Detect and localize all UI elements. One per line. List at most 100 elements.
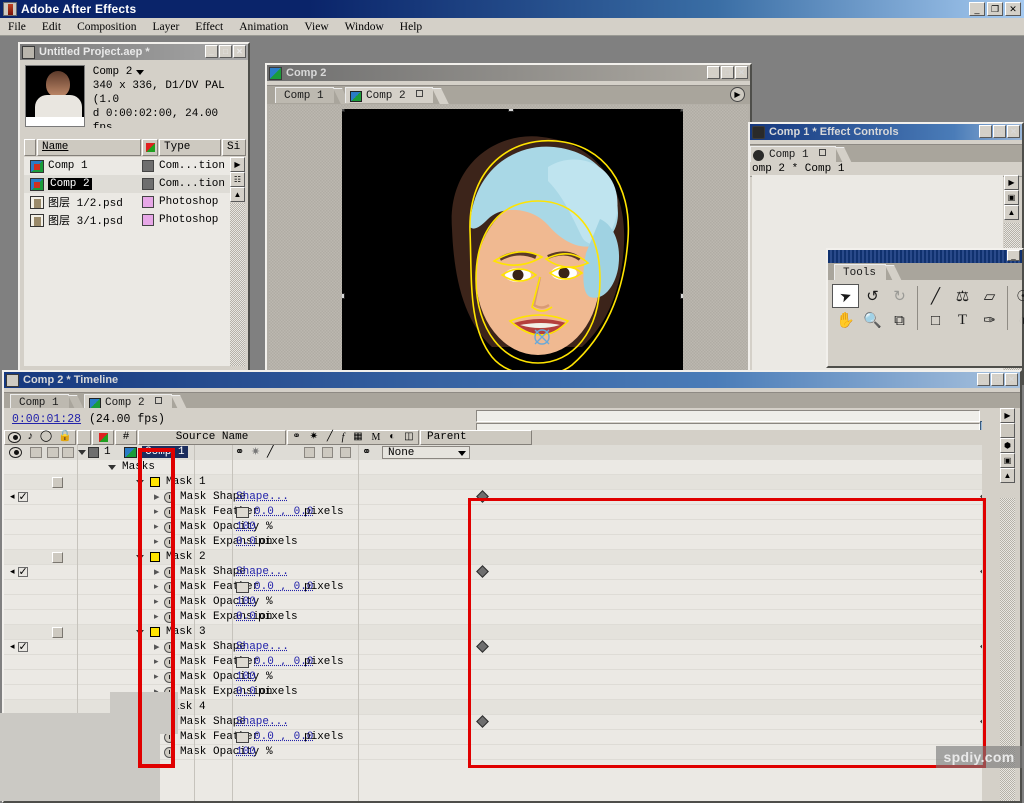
table-row[interactable]: ▸ Mask Feather 0.0 , 0.0 pixels xyxy=(4,580,474,595)
menu-composition[interactable]: Composition xyxy=(69,20,144,34)
property-value[interactable]: 100 xyxy=(236,521,256,533)
project-close-button[interactable]: ✕ xyxy=(233,45,246,58)
composition-window-buttons[interactable]: _ □ ✕ xyxy=(707,66,748,79)
keyframe-navigator[interactable]: ◂ xyxy=(10,492,28,502)
comp-close-button[interactable]: ✕ xyxy=(735,66,748,79)
parent-dropdown[interactable]: None xyxy=(382,446,470,459)
timeline-options-button[interactable]: ▣ xyxy=(1000,453,1015,468)
property-value[interactable]: Shape... xyxy=(236,566,289,578)
table-row[interactable]: 1 Comp 1 ⚭ ✷ ╱ ⚭ None xyxy=(4,445,474,460)
shy-switch[interactable]: ⚭ xyxy=(235,445,244,459)
eraser-tool-icon[interactable]: ▱ xyxy=(976,284,1003,308)
fx-minimize-button[interactable]: _ xyxy=(979,125,992,138)
tab-comp-2[interactable]: Comp 2 xyxy=(345,87,433,103)
effect-controls-window-buttons[interactable]: _ □ ✕ xyxy=(979,125,1020,138)
table-row[interactable]: Mask 3 xyxy=(4,625,474,640)
keyframe-marker[interactable] xyxy=(476,640,489,653)
menu-help[interactable]: Help xyxy=(392,20,430,34)
property-value[interactable]: Shape... xyxy=(236,491,289,503)
table-row[interactable]: ▸ Mask Expansion 0.0 pixels xyxy=(4,685,474,700)
label-swatch-header[interactable] xyxy=(92,430,114,445)
solo-icon[interactable]: ◯ xyxy=(40,431,52,444)
keyframe-navigator[interactable]: ◂ xyxy=(10,642,28,652)
timeline-scroll-up-button[interactable]: ▲ xyxy=(1000,468,1015,483)
table-row[interactable]: ▸ Mask Opacity 100 % xyxy=(4,670,474,685)
tab-effect-comp-1[interactable]: Comp 1 xyxy=(750,146,836,162)
table-row[interactable]: ◂ ▸ Mask Shape Shape... xyxy=(4,640,474,655)
table-row[interactable]: Mask 1 xyxy=(4,475,474,490)
comp-maximize-button[interactable]: □ xyxy=(721,66,734,79)
fx-scroll-right-button[interactable]: ▶ xyxy=(1004,175,1019,190)
eye-icon[interactable] xyxy=(8,432,21,443)
audio-icon[interactable]: ♪ xyxy=(27,431,34,444)
composition-viewport[interactable] xyxy=(269,105,748,399)
timeline-maximize-button[interactable]: □ xyxy=(991,373,1004,386)
tab-comp-1[interactable]: Comp 1 xyxy=(275,87,334,103)
project-scroll-up-button[interactable]: ▲ xyxy=(230,187,245,202)
table-row[interactable]: Mask 2 xyxy=(4,550,474,565)
keyframe-marker[interactable] xyxy=(476,565,489,578)
collapse-switch[interactable]: ✷ xyxy=(251,445,260,459)
frame-blend-icon[interactable]: ▦ xyxy=(353,431,362,444)
selection-handle[interactable] xyxy=(680,109,683,112)
brush-tool-icon[interactable]: ╱ xyxy=(922,284,949,308)
zoom-tool-icon[interactable]: 🔍 xyxy=(859,308,886,332)
table-row[interactable]: ▸ Mask Feather 0.0 , 0.0 pixels xyxy=(4,655,474,670)
link-dimensions-icon[interactable] xyxy=(236,732,249,743)
menu-animation[interactable]: Animation xyxy=(231,20,296,34)
fx-maximize-button[interactable]: □ xyxy=(993,125,1006,138)
orbit-camera-tool-icon[interactable]: ↻ xyxy=(886,284,913,308)
layer-number-header[interactable]: # xyxy=(115,430,137,445)
selection-handle[interactable] xyxy=(680,293,683,299)
paint-mode-icon[interactable]: ◑ xyxy=(1012,308,1024,332)
shape-tool-icon[interactable]: □ xyxy=(922,308,949,332)
property-value[interactable]: 100 xyxy=(236,671,256,683)
rotation-tool-icon[interactable]: ↺ xyxy=(859,284,886,308)
link-dimensions-icon[interactable] xyxy=(236,657,249,668)
menu-effect[interactable]: Effect xyxy=(187,20,231,34)
table-row[interactable]: ▸ Mask Expansion 0.0 pixels xyxy=(4,610,474,625)
lock-icon[interactable]: 🔒 xyxy=(58,431,72,444)
switch-box[interactable] xyxy=(340,447,351,458)
chevron-down-icon[interactable] xyxy=(136,70,144,75)
parent-header[interactable]: Parent xyxy=(420,430,532,445)
keyframe-marker[interactable] xyxy=(476,490,489,503)
project-scrollbar[interactable]: ▶ ☷ ▲ xyxy=(230,157,245,366)
project-scroll-track[interactable] xyxy=(230,203,245,366)
property-value[interactable]: 100 xyxy=(236,596,256,608)
timeline-window-buttons[interactable]: _ □ ✕ xyxy=(977,373,1018,386)
solo-toggle[interactable] xyxy=(47,447,59,458)
current-time-display[interactable]: 0:00:01:28 xyxy=(12,413,81,426)
mask-mode-box[interactable] xyxy=(52,552,63,563)
keyframe-checkbox[interactable] xyxy=(18,642,28,652)
property-value[interactable]: 0.0 xyxy=(236,686,256,698)
clone-stamp-tool-icon[interactable]: ⚖ xyxy=(949,284,976,308)
project-flowchart-button[interactable]: ☷ xyxy=(230,172,245,187)
tab-lock-icon[interactable] xyxy=(155,397,162,404)
selection-tool-icon[interactable]: ➤ xyxy=(832,284,859,308)
menu-layer[interactable]: Layer xyxy=(145,20,188,34)
project-col-size[interactable]: Si xyxy=(222,139,246,156)
comp-tab-menu-button[interactable]: ▶ xyxy=(730,87,745,102)
mask-tool-icon[interactable]: ⧉ xyxy=(886,308,913,332)
project-window-buttons[interactable]: _ □ ✕ xyxy=(205,45,246,58)
timeline-zoom-navigator[interactable] xyxy=(476,410,980,422)
3d-layer-icon[interactable]: ◫ xyxy=(404,431,413,444)
switch-box[interactable] xyxy=(304,447,315,458)
table-row[interactable]: ▸ Mask Opacity 100 % xyxy=(4,520,474,535)
list-item[interactable]: Comp 1 Com...tion xyxy=(24,157,234,175)
shy-icon[interactable]: ⚭ xyxy=(292,431,300,444)
timeline-minimize-button[interactable]: _ xyxy=(977,373,990,386)
fx-close-button[interactable]: ✕ xyxy=(1007,125,1020,138)
keyframe-marker[interactable] xyxy=(476,715,489,728)
timeline-keyframe-area[interactable] xyxy=(474,445,982,801)
app-restore-button[interactable]: ❐ xyxy=(987,2,1003,16)
parent-pickwhip-icon[interactable]: ⚭ xyxy=(362,445,371,459)
list-item[interactable]: 图层 3/1.psd Photoshop xyxy=(24,211,234,229)
menu-file[interactable]: File xyxy=(0,20,34,34)
app-minimize-button[interactable]: _ xyxy=(969,2,985,16)
property-value[interactable]: 0.0 xyxy=(236,611,256,623)
quality-icon[interactable]: ╱ xyxy=(327,431,333,444)
mask-mode-box[interactable] xyxy=(52,477,63,488)
menubar[interactable]: File Edit Composition Layer Effect Anima… xyxy=(0,18,1024,36)
